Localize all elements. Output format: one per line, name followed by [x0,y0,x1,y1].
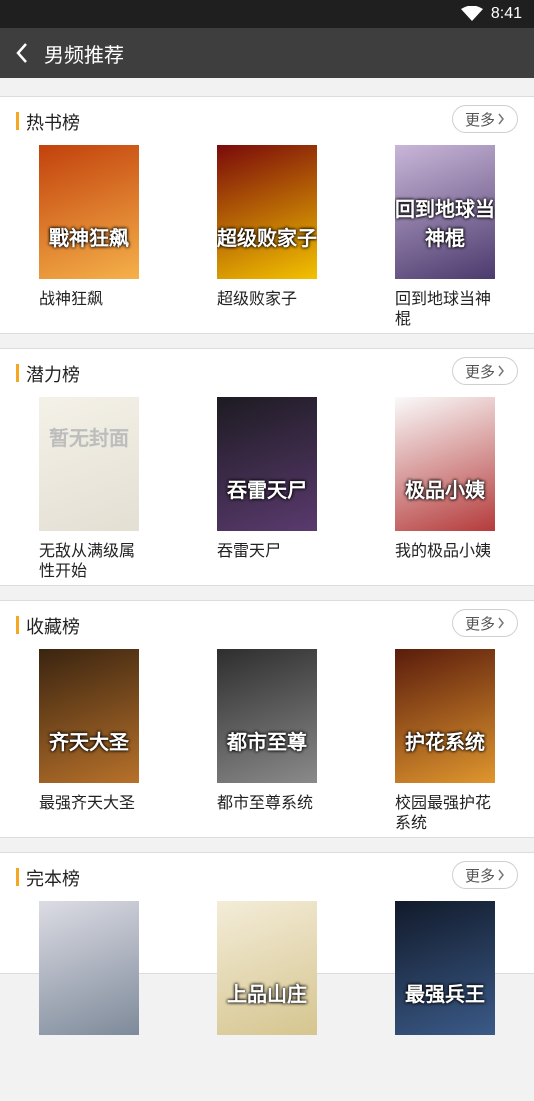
more-button[interactable]: 更多 [452,105,518,133]
back-button[interactable] [0,28,44,78]
section-accent-bar [16,616,19,634]
book-row: 暂无封面 无敌从满级属性开始 吞雷天尸 吞雷天尸 极品小姨 我的极品小姨 [0,397,534,597]
section-header: 热书榜 更多 [0,97,534,145]
section-header: 潜力榜 更多 [0,349,534,397]
book-title[interactable]: 我的极品小姨 [395,541,495,561]
book-title[interactable]: 校园最强护花系统 [395,793,495,833]
book-cover[interactable]: 齐天大圣 [39,649,139,783]
section-title: 潜力榜 [26,365,80,386]
book-item[interactable]: 极品小姨我的极品小姨 [395,397,505,561]
book-cover[interactable]: 极品小姨 [395,397,495,531]
book-title[interactable]: 最强齐天大圣 [39,793,139,813]
more-label: 更多 [464,110,495,129]
ranking-section: 热书榜 更多 戰神狂飙 战神狂飙 超级败家子 超级败家子 回到地球当神棍 回到地球当神棍 [0,96,534,334]
book-title[interactable]: 超级败家子 [217,289,317,309]
book-item[interactable]: 戰神狂飙 战神狂飙 [39,145,149,309]
book-cover[interactable]: 上品山庄 [217,901,317,1035]
book-cover[interactable]: 最强兵王 [395,901,495,1035]
wifi-icon [460,6,483,21]
cover-text: 吞雷天尸 [227,478,307,502]
more-label: 更多 [464,614,495,633]
book-title[interactable]: 回到地球当神棍 [395,289,495,329]
book-cover[interactable]: 回到地球当神棍 [395,145,495,279]
book-item[interactable]: 护花系统校园最强护花系统 [395,649,505,833]
section-title: 收藏榜 [26,617,80,638]
app-bar: 男频推荐 [0,28,534,78]
book-item[interactable]: 回到地球当神棍 回到地球当神棍 [395,145,505,329]
more-button[interactable]: 更多 [452,861,518,889]
cover-text: 戰神狂飙 [49,226,129,250]
chevron-right-icon [498,617,504,629]
section-accent-bar [16,868,19,886]
section-accent-bar [16,112,19,130]
ranking-section: 潜力榜 更多 暂无封面 无敌从满级属性开始 吞雷天尸 吞雷天尸 极品小姨 我的极品小姨 [0,348,534,586]
book-title[interactable]: 战神狂飙 [39,289,139,309]
more-button[interactable]: 更多 [452,609,518,637]
book-title[interactable]: 吞雷天尸 [217,541,317,561]
more-label: 更多 [464,866,495,885]
cover-text: 护花系统 [405,730,485,754]
book-item[interactable]: 超级败家子 超级败家子 [217,145,327,309]
cover-text: 齐天大圣 [49,730,129,754]
cover-text: 回到地球当神棍 [395,197,495,250]
book-title[interactable]: 都市至尊系统 [217,793,317,813]
ranking-section: 收藏榜 更多 齐天大圣 最强齐天大圣 都市至尊 都市至尊系统 护花系统 校园最强护花系统 [0,600,534,838]
section-header: 收藏榜 更多 [0,601,534,649]
section-accent-bar [16,364,19,382]
chevron-right-icon [498,113,504,125]
book-item[interactable] [39,901,149,1045]
book-cover[interactable]: 戰神狂飙 [39,145,139,279]
book-cover[interactable]: 暂无封面 [39,397,139,531]
cover-text: 极品小姨 [405,478,485,502]
chevron-right-icon [498,869,504,881]
ranking-section: 完本榜 更多上品山庄 最强兵王 [0,852,534,1035]
cover-text: 暂无封面 [49,426,129,450]
status-time: 8:41 [490,5,522,22]
book-item[interactable]: 吞雷天尸 吞雷天尸 [217,397,327,561]
book-item[interactable]: 暂无封面无敌从满级属性开始 [39,397,149,581]
more-button[interactable]: 更多 [452,357,518,385]
cover-text: 最强兵王 [405,982,485,1006]
section-title: 热书榜 [26,113,80,134]
book-cover[interactable]: 护花系统 [395,649,495,783]
status-bar: 8:41 [0,0,534,28]
book-cover[interactable]: 都市至尊 [217,649,317,783]
book-row: 戰神狂飙 战神狂飙 超级败家子 超级败家子 回到地球当神棍 回到地球当神棍 [0,145,534,345]
book-item[interactable]: 齐天大圣最强齐天大圣 [39,649,149,813]
book-item[interactable]: 都市至尊都市至尊系统 [217,649,327,813]
cover-text: 都市至尊 [227,730,307,754]
back-arrow-icon [16,43,27,63]
chevron-right-icon [498,365,504,377]
cover-text: 超级败家子 [217,226,317,250]
section-header: 完本榜 更多 [0,853,534,901]
book-item[interactable]: 上品山庄 [217,901,327,1045]
book-row: 齐天大圣 最强齐天大圣 都市至尊 都市至尊系统 护花系统 校园最强护花系统 [0,649,534,849]
section-title: 完本榜 [26,869,80,890]
book-cover[interactable]: 超级败家子 [217,145,317,279]
more-label: 更多 [464,362,495,381]
book-title[interactable]: 无敌从满级属性开始 [39,541,139,581]
book-cover[interactable]: 吞雷天尸 [217,397,317,531]
cover-text: 上品山庄 [227,982,307,1006]
book-item[interactable]: 最强兵王 [395,901,505,1045]
page-title: 男频推荐 [44,42,124,67]
book-cover[interactable] [39,901,139,1035]
book-row: 上品山庄 最强兵王 [0,901,534,1101]
